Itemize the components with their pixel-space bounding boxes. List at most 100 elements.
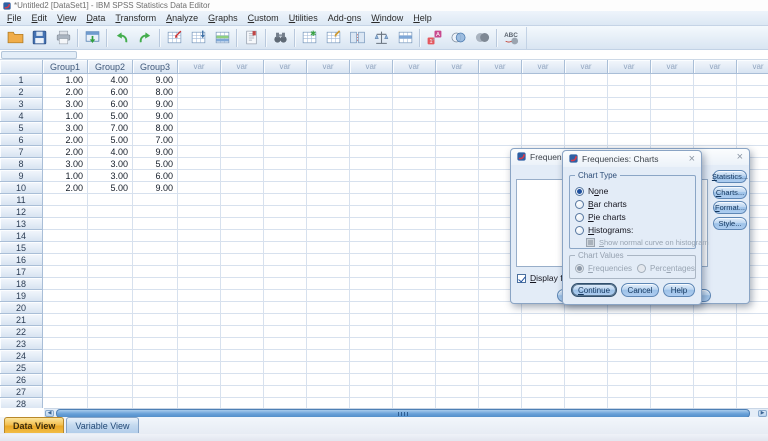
cell[interactable] [393, 398, 436, 408]
cell[interactable] [264, 134, 307, 146]
cell[interactable] [307, 398, 350, 408]
column-header-var[interactable]: var [565, 60, 608, 74]
cell[interactable] [737, 110, 768, 122]
cell[interactable] [264, 302, 307, 314]
cell[interactable] [694, 350, 737, 362]
cell[interactable] [565, 74, 608, 86]
cell[interactable] [565, 122, 608, 134]
cell[interactable] [178, 386, 221, 398]
cell[interactable] [264, 170, 307, 182]
cell[interactable] [436, 206, 479, 218]
cell[interactable] [178, 98, 221, 110]
cell[interactable] [221, 98, 264, 110]
cell[interactable] [88, 350, 133, 362]
row-header[interactable]: 24 [0, 350, 43, 362]
cell[interactable] [436, 314, 479, 326]
cell[interactable]: 6.00 [88, 98, 133, 110]
cell[interactable] [264, 242, 307, 254]
cell[interactable] [307, 230, 350, 242]
value-labels-button[interactable]: 1A [422, 27, 446, 48]
cell[interactable] [264, 206, 307, 218]
cell[interactable]: 3.00 [43, 158, 88, 170]
cell[interactable] [565, 398, 608, 408]
row-header[interactable]: 26 [0, 374, 43, 386]
cell[interactable] [43, 230, 88, 242]
cell[interactable] [88, 266, 133, 278]
cell[interactable] [307, 266, 350, 278]
cell[interactable] [88, 254, 133, 266]
cell[interactable] [178, 290, 221, 302]
cell[interactable] [651, 326, 694, 338]
menu-item-custom[interactable]: Custom [243, 11, 284, 25]
cell[interactable] [350, 146, 393, 158]
cell[interactable] [264, 374, 307, 386]
cell[interactable] [88, 314, 133, 326]
cell[interactable] [393, 194, 436, 206]
cell[interactable] [608, 398, 651, 408]
format-button[interactable]: Format... [713, 201, 747, 215]
cell[interactable] [221, 398, 264, 408]
row-header[interactable]: 13 [0, 218, 43, 230]
cell[interactable] [350, 302, 393, 314]
cell[interactable] [436, 134, 479, 146]
cell[interactable] [522, 86, 565, 98]
cell[interactable] [737, 122, 768, 134]
row-header[interactable]: 12 [0, 206, 43, 218]
row-header[interactable]: 25 [0, 362, 43, 374]
cell[interactable] [221, 326, 264, 338]
cell[interactable]: 3.00 [43, 122, 88, 134]
cell[interactable] [436, 86, 479, 98]
cell[interactable] [221, 362, 264, 374]
column-header-var[interactable]: var [350, 60, 393, 74]
cell[interactable] [307, 206, 350, 218]
cell[interactable] [350, 182, 393, 194]
row-header[interactable]: 22 [0, 326, 43, 338]
insert-cases-button[interactable] [297, 27, 321, 48]
cell[interactable] [178, 182, 221, 194]
cell[interactable] [221, 350, 264, 362]
cell[interactable] [436, 158, 479, 170]
cell[interactable] [393, 350, 436, 362]
cell[interactable] [350, 278, 393, 290]
cell[interactable] [350, 218, 393, 230]
cell[interactable] [393, 146, 436, 158]
cell[interactable] [522, 362, 565, 374]
cell[interactable] [522, 74, 565, 86]
insert-variable-button[interactable] [321, 27, 345, 48]
use-variable-sets-button[interactable] [446, 27, 470, 48]
open-data-button[interactable] [3, 27, 27, 48]
cell[interactable] [393, 230, 436, 242]
horizontal-scrollbar[interactable]: ◀ ▶ [44, 408, 768, 418]
cell[interactable] [479, 398, 522, 408]
cell[interactable] [88, 398, 133, 408]
row-header[interactable]: 4 [0, 110, 43, 122]
cell[interactable] [307, 338, 350, 350]
cell[interactable] [479, 386, 522, 398]
menu-item-window[interactable]: Window [366, 11, 408, 25]
cell[interactable] [133, 230, 178, 242]
cell[interactable] [307, 218, 350, 230]
row-header[interactable]: 17 [0, 266, 43, 278]
cell[interactable] [350, 86, 393, 98]
cell[interactable] [436, 266, 479, 278]
cell[interactable] [436, 302, 479, 314]
column-header-group3[interactable]: Group3 [133, 60, 178, 74]
cell[interactable] [264, 74, 307, 86]
cell[interactable] [393, 98, 436, 110]
cell[interactable]: 1.00 [43, 170, 88, 182]
cell[interactable] [608, 110, 651, 122]
cell[interactable]: 2.00 [43, 134, 88, 146]
goto-case-button[interactable] [162, 27, 186, 48]
radio-histograms-[interactable]: Histograms: [575, 225, 633, 235]
cell[interactable] [393, 122, 436, 134]
menu-item-view[interactable]: View [52, 11, 81, 25]
cell[interactable] [307, 74, 350, 86]
cell[interactable] [522, 98, 565, 110]
cell[interactable] [88, 290, 133, 302]
cell[interactable] [651, 374, 694, 386]
cell[interactable]: 2.00 [43, 86, 88, 98]
cell[interactable] [307, 98, 350, 110]
cell[interactable] [737, 314, 768, 326]
row-header[interactable]: 5 [0, 122, 43, 134]
cell[interactable] [737, 386, 768, 398]
